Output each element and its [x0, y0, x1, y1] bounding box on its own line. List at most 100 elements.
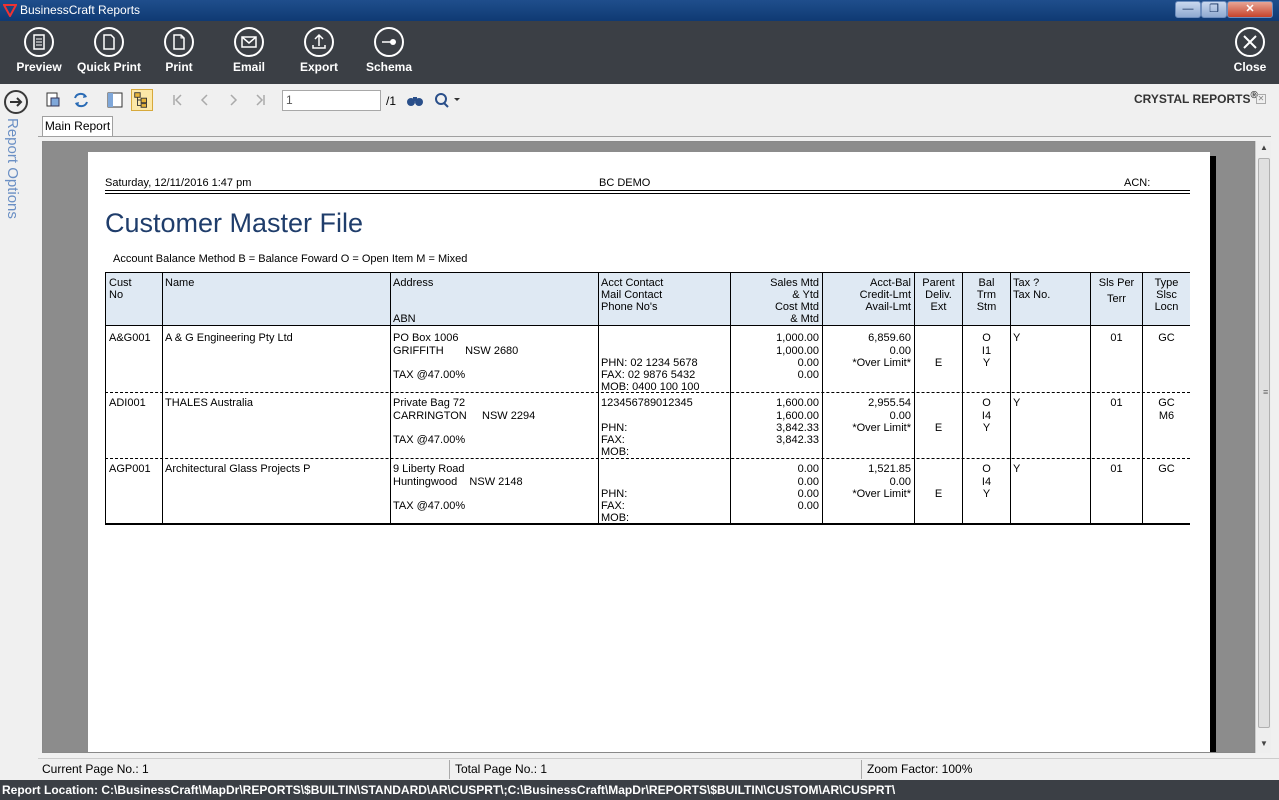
row-address: CARRINGTON NSW 2294 [393, 410, 536, 422]
vertical-scrollbar[interactable]: ▲ ≡ ▼ [1255, 141, 1271, 753]
row-sales: 1,600.00 [776, 410, 819, 422]
header-trm: Trm [976, 289, 997, 301]
row-bal: I1 [981, 345, 992, 357]
row-phone: PHN: 02 1234 5678 [601, 357, 698, 369]
header-phone: Phone No's [601, 301, 658, 313]
status-divider [861, 760, 862, 779]
current-page-status: Current Page No.: 1 [42, 762, 149, 776]
preview-label: Preview [16, 60, 62, 74]
quick-print-button[interactable]: Quick Print [73, 27, 145, 74]
page-number-input[interactable]: 1 [282, 90, 381, 111]
export-report-icon[interactable] [42, 89, 64, 111]
row-sales: 3,842.33 [776, 422, 819, 434]
page-total: /1 [386, 94, 397, 108]
tab-main-report[interactable]: Main Report [42, 116, 113, 137]
report-options-label[interactable]: Report Options [4, 118, 21, 219]
close-label: Close [1233, 60, 1267, 74]
close-window-button[interactable]: ✕ [1227, 1, 1273, 18]
row-sls: 01 [1110, 332, 1123, 344]
first-page-icon[interactable] [166, 89, 188, 111]
header-rule-2 [105, 193, 1190, 194]
header-address: Address [393, 277, 434, 289]
window-title: BusinessCraft Reports [20, 3, 141, 17]
export-icon [304, 27, 334, 57]
row-phone: PHN: [601, 422, 628, 434]
header-cost-ytd: & Mtd [790, 313, 819, 325]
last-page-icon[interactable] [250, 89, 272, 111]
report-location-bar: Report Location: C:\BusinessCraft\MapDr\… [0, 780, 1279, 800]
row-parent: E [934, 488, 943, 500]
status-bar: Current Page No.: 1 Total Page No.: 1 Zo… [38, 758, 1279, 779]
preview-button[interactable]: Preview [3, 27, 75, 74]
header-abn: ABN [393, 313, 416, 325]
report-options-panel[interactable]: Report Options [0, 84, 32, 780]
row-acct: 6,859.60 [868, 332, 911, 344]
row-tax-rate: TAX @47.00% [393, 369, 466, 381]
row-fax: FAX: [601, 434, 625, 446]
close-tab-icon[interactable]: ✕ [1256, 94, 1266, 104]
header-acct-contact: Acct Contact [601, 277, 664, 289]
row-tax: Y [1013, 397, 1021, 409]
row-address: Huntingwood NSW 2148 [393, 476, 523, 488]
row-tax: Y [1013, 463, 1021, 475]
previous-page-icon[interactable] [194, 89, 216, 111]
next-page-icon[interactable] [222, 89, 244, 111]
expand-arrow-icon[interactable] [4, 90, 28, 114]
maximize-button[interactable]: ❐ [1201, 1, 1227, 18]
scroll-up-icon[interactable]: ▲ [1260, 143, 1268, 152]
row-separator [105, 458, 1190, 459]
row-bal: O [982, 463, 991, 475]
toggle-parameter-panel-icon[interactable] [104, 89, 126, 111]
row-acct: *Over Limit* [852, 488, 911, 500]
row-bal: O [982, 397, 991, 409]
row-type: GC [1158, 463, 1175, 475]
schema-button[interactable]: Schema [353, 27, 425, 74]
find-text-icon[interactable] [404, 89, 426, 111]
header-rule-1 [105, 190, 1190, 191]
toggle-group-tree-icon[interactable] [131, 89, 153, 111]
table-bottom-rule [105, 523, 1190, 525]
row-bal: Y [982, 488, 991, 500]
report-canvas: Saturday, 12/11/2016 1:47 pm BC DEMO ACN… [42, 141, 1255, 753]
header-credit-lmt: Credit-Lmt [859, 289, 911, 301]
row-name: A & G Engineering Pty Ltd [165, 332, 293, 344]
main-toolbar: Preview Quick Print Print Email Export S… [0, 21, 1279, 84]
row-sales: 0.00 [797, 488, 819, 500]
header-type: Type [1154, 277, 1179, 289]
row-sales: 0.00 [797, 463, 819, 475]
zoom-status: Zoom Factor: 100% [867, 762, 973, 776]
row-phone: PHN: [601, 488, 628, 500]
zoom-dropdown-icon[interactable] [432, 89, 462, 111]
row-cust-no: ADI001 [109, 397, 146, 409]
minimize-button[interactable]: — [1175, 1, 1201, 18]
column-line [162, 272, 163, 524]
export-button[interactable]: Export [283, 27, 355, 74]
row-fax: FAX: [601, 500, 625, 512]
total-page-status: Total Page No.: 1 [455, 762, 548, 776]
crystal-reports-brand: CRYSTAL REPORTS [1134, 92, 1251, 106]
header-sales-mtd: Sales Mtd [770, 277, 819, 289]
header-mail-contact: Mail Contact [601, 289, 663, 301]
schema-icon [374, 27, 404, 57]
header-parent: Parent [922, 277, 955, 289]
email-button[interactable]: Email [213, 27, 285, 74]
row-parent: E [934, 422, 943, 434]
print-button[interactable]: Print [143, 27, 215, 74]
method-note: Account Balance Method B = Balance Fowar… [113, 253, 468, 265]
email-label: Email [232, 60, 265, 74]
export-label: Export [299, 60, 338, 74]
refresh-icon[interactable] [70, 89, 92, 111]
crystal-reports-logo: CRYSTAL REPORTS® [1134, 90, 1258, 106]
scroll-thumb[interactable]: ≡ [1258, 158, 1270, 728]
close-report-button[interactable]: Close [1214, 27, 1279, 74]
row-bal: I4 [981, 410, 992, 422]
row-sales: 0.00 [797, 357, 819, 369]
column-line [390, 272, 391, 524]
column-line [598, 272, 599, 524]
header-tax: Tax ? [1013, 277, 1040, 289]
header-locn: Locn [1154, 301, 1179, 313]
header-name: Name [165, 277, 195, 289]
row-acct: 2,955.54 [868, 397, 911, 409]
title-bar: BusinessCraft Reports — ❐ ✕ [0, 0, 1279, 21]
scroll-down-icon[interactable]: ▼ [1260, 739, 1268, 748]
